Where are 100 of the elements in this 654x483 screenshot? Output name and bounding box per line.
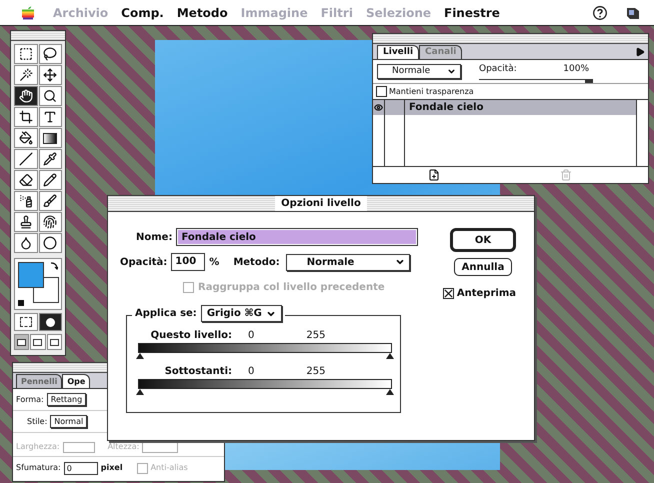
- move-icon: [43, 68, 58, 82]
- caret-icon: [394, 257, 405, 267]
- tool-button[interactable]: [38, 170, 62, 190]
- tool-button[interactable]: [38, 44, 62, 64]
- field-label: Opacità:: [120, 256, 168, 270]
- slider-thumb[interactable]: [136, 353, 144, 359]
- style-dropdown[interactable]: Normal: [50, 415, 88, 428]
- quick-mask-icon[interactable]: [38, 313, 62, 331]
- tool-button[interactable]: [14, 191, 38, 211]
- line-icon: [18, 152, 33, 166]
- panel-title-bar: [11, 31, 65, 41]
- smudge-icon: [43, 215, 58, 229]
- panel-menu-icon[interactable]: [635, 47, 645, 57]
- menu-item[interactable]: Finestre: [444, 4, 500, 22]
- swap-arrow-icon[interactable]: [50, 262, 58, 270]
- eyedropper-icon: [43, 152, 58, 166]
- opacity-slider-thumb[interactable]: [585, 78, 593, 83]
- field-label: Nome:: [136, 230, 172, 244]
- layer-row[interactable]: Fondale cielo: [373, 100, 636, 115]
- screen-mode-icon[interactable]: [30, 334, 46, 350]
- field-label: Stile:: [27, 416, 48, 428]
- unit-label: %: [209, 256, 220, 270]
- wand-icon: [18, 68, 33, 82]
- checkbox-label: Raggruppa col livello precedente: [198, 281, 385, 295]
- ok-button[interactable]: OK: [450, 228, 516, 252]
- input-field[interactable]: 0: [64, 462, 98, 474]
- tool-button[interactable]: [38, 233, 62, 253]
- screen-mode-icon[interactable]: [14, 334, 30, 350]
- range-low-value: 0: [248, 329, 254, 343]
- menu-item[interactable]: Metodo: [176, 4, 228, 22]
- slider-thumb[interactable]: [386, 389, 394, 395]
- new-layer-icon[interactable]: [428, 169, 440, 181]
- field-label: Sfumatura:: [16, 462, 61, 474]
- checkbox[interactable]: [376, 86, 387, 97]
- range-high-value: 255: [306, 365, 326, 379]
- tool-button[interactable]: [38, 191, 62, 211]
- zoom-icon: [43, 89, 58, 103]
- tool-button[interactable]: [14, 233, 38, 253]
- range-label: Sottostanti:: [164, 365, 232, 379]
- tool-button[interactable]: [14, 65, 38, 85]
- tool-button[interactable]: [38, 128, 62, 148]
- tool-button[interactable]: [38, 149, 62, 169]
- panel-tab[interactable]: Livelli: [377, 45, 420, 59]
- type-icon: [43, 110, 58, 124]
- tool-button[interactable]: [38, 86, 62, 106]
- apple-logo-icon[interactable]: [22, 6, 34, 20]
- name-field[interactable]: Fondale cielo: [176, 228, 418, 246]
- tool-button[interactable]: [38, 107, 62, 127]
- field-label: Altezza:: [108, 441, 140, 453]
- eye-icon[interactable]: [374, 103, 383, 112]
- field-label: Larghezza:: [16, 441, 60, 453]
- checkbox-label: Anteprima: [456, 287, 516, 301]
- standard-mode-icon[interactable]: [14, 313, 38, 331]
- paint-bucket-icon: [18, 131, 33, 145]
- tool-button[interactable]: [14, 170, 38, 190]
- opacity-value: 100%: [563, 63, 589, 76]
- cancel-button[interactable]: Annulla: [454, 258, 512, 276]
- caret-icon: [447, 67, 456, 76]
- hand-icon: [18, 89, 33, 103]
- mode-dropdown[interactable]: Normale: [286, 254, 410, 270]
- input-field[interactable]: [62, 442, 95, 453]
- checkbox-label: Mantieni trasparenza: [389, 86, 474, 98]
- crop-icon: [18, 110, 33, 124]
- panel-tab[interactable]: Ope: [62, 374, 90, 388]
- droplet-icon: [18, 236, 33, 250]
- airbrush-icon: [18, 194, 33, 208]
- help-icon[interactable]: [593, 6, 607, 20]
- range-high-value: 255: [306, 329, 326, 343]
- tool-button[interactable]: [14, 44, 38, 64]
- application-icon[interactable]: [626, 6, 640, 20]
- gradient-icon: [43, 132, 58, 144]
- tool-button[interactable]: [14, 107, 38, 127]
- stamp-icon: [18, 215, 33, 229]
- checkbox-label: Anti-alias: [150, 462, 188, 474]
- field-label: Forma:: [16, 394, 44, 406]
- shape-dropdown[interactable]: Rettang: [46, 393, 86, 406]
- menu-item[interactable]: Comp.: [121, 4, 164, 22]
- checkbox[interactable]: [442, 288, 454, 299]
- slider-thumb[interactable]: [386, 353, 394, 359]
- lasso-icon: [43, 47, 58, 61]
- opacity-field[interactable]: 100: [171, 253, 206, 271]
- tool-button[interactable]: [38, 212, 62, 232]
- tool-button[interactable]: [14, 128, 38, 148]
- layer-name: Fondale cielo: [408, 101, 484, 115]
- tool-button[interactable]: [14, 212, 38, 232]
- foreground-color-swatch[interactable]: [18, 262, 44, 288]
- dodge-icon: [43, 236, 58, 250]
- tool-button[interactable]: [38, 65, 62, 85]
- tool-button[interactable]: [14, 86, 38, 106]
- channel-dropdown[interactable]: Grigio ⌘G: [200, 305, 282, 322]
- dialog-title: Opzioni livello: [275, 196, 367, 211]
- opacity-label: Opacità:: [479, 63, 517, 76]
- screen-mode-icon[interactable]: [46, 334, 62, 350]
- eraser-icon: [18, 173, 33, 187]
- field-label: Applica se:: [135, 307, 197, 321]
- default-colors-icon[interactable]: [18, 300, 24, 306]
- pencil-icon: [43, 173, 58, 187]
- blend-mode-dropdown[interactable]: Normale: [377, 64, 461, 79]
- tool-button[interactable]: [14, 149, 38, 169]
- field-label: Metodo:: [233, 256, 280, 270]
